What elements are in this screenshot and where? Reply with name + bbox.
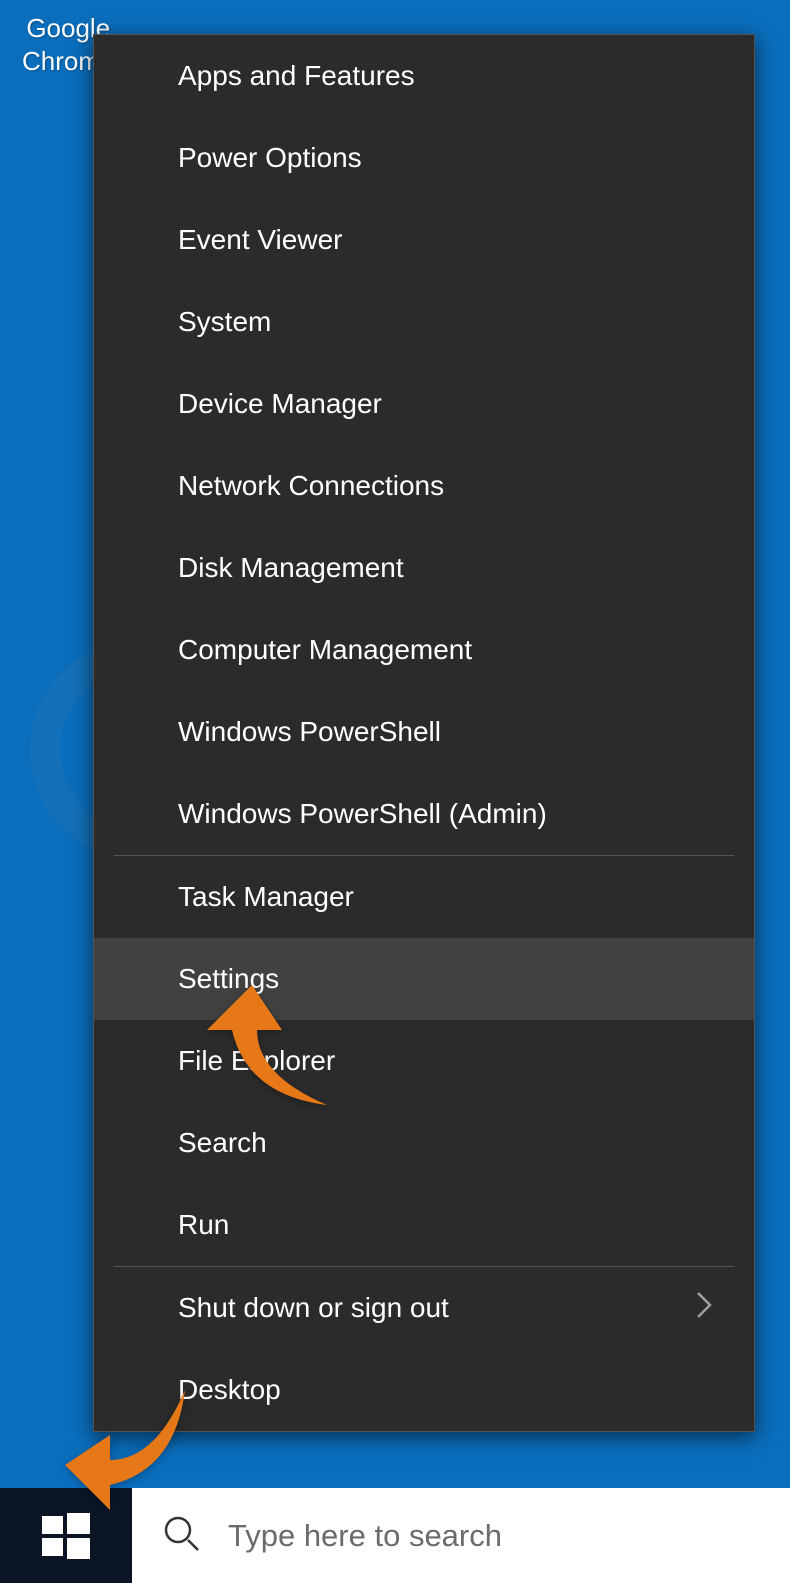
menu-item-label: Task Manager bbox=[178, 881, 354, 913]
search-icon bbox=[162, 1514, 200, 1557]
menu-item-settings[interactable]: Settings bbox=[94, 938, 754, 1020]
menu-item-network-connections[interactable]: Network Connections bbox=[94, 445, 754, 527]
menu-item-windows-powershell[interactable]: Windows PowerShell bbox=[94, 691, 754, 773]
menu-item-task-manager[interactable]: Task Manager bbox=[94, 856, 754, 938]
menu-item-label: Settings bbox=[178, 963, 279, 995]
menu-item-desktop[interactable]: Desktop bbox=[94, 1349, 754, 1431]
menu-item-system[interactable]: System bbox=[94, 281, 754, 363]
menu-item-label: Windows PowerShell (Admin) bbox=[178, 798, 547, 830]
windows-logo-icon bbox=[42, 1512, 90, 1560]
menu-item-shut-down[interactable]: Shut down or sign out bbox=[94, 1267, 754, 1349]
menu-item-computer-management[interactable]: Computer Management bbox=[94, 609, 754, 691]
menu-item-label: Desktop bbox=[178, 1374, 281, 1406]
menu-item-label: System bbox=[178, 306, 271, 338]
menu-item-search[interactable]: Search bbox=[94, 1102, 754, 1184]
menu-item-label: File Explorer bbox=[178, 1045, 335, 1077]
menu-item-device-manager[interactable]: Device Manager bbox=[94, 363, 754, 445]
start-button[interactable] bbox=[0, 1488, 132, 1583]
menu-item-event-viewer[interactable]: Event Viewer bbox=[94, 199, 754, 281]
menu-item-label: Network Connections bbox=[178, 470, 444, 502]
menu-item-label: Disk Management bbox=[178, 552, 404, 584]
menu-item-file-explorer[interactable]: File Explorer bbox=[94, 1020, 754, 1102]
menu-item-power-options[interactable]: Power Options bbox=[94, 117, 754, 199]
menu-item-label: Computer Management bbox=[178, 634, 472, 666]
menu-item-windows-powershell-admin[interactable]: Windows PowerShell (Admin) bbox=[94, 773, 754, 855]
start-context-menu: Apps and Features Power Options Event Vi… bbox=[93, 34, 755, 1432]
menu-item-label: Apps and Features bbox=[178, 60, 415, 92]
menu-item-label: Device Manager bbox=[178, 388, 382, 420]
menu-item-label: Search bbox=[178, 1127, 267, 1159]
menu-item-label: Event Viewer bbox=[178, 224, 342, 256]
chevron-right-icon bbox=[696, 1291, 712, 1326]
search-box[interactable]: Type here to search bbox=[132, 1488, 790, 1583]
menu-item-label: Windows PowerShell bbox=[178, 716, 441, 748]
menu-item-run[interactable]: Run bbox=[94, 1184, 754, 1266]
taskbar: Type here to search bbox=[0, 1488, 790, 1583]
menu-item-disk-management[interactable]: Disk Management bbox=[94, 527, 754, 609]
menu-item-label: Run bbox=[178, 1209, 229, 1241]
menu-item-apps-features[interactable]: Apps and Features bbox=[94, 35, 754, 117]
search-placeholder: Type here to search bbox=[228, 1518, 502, 1554]
menu-item-label: Power Options bbox=[178, 142, 362, 174]
menu-item-label: Shut down or sign out bbox=[178, 1292, 449, 1324]
